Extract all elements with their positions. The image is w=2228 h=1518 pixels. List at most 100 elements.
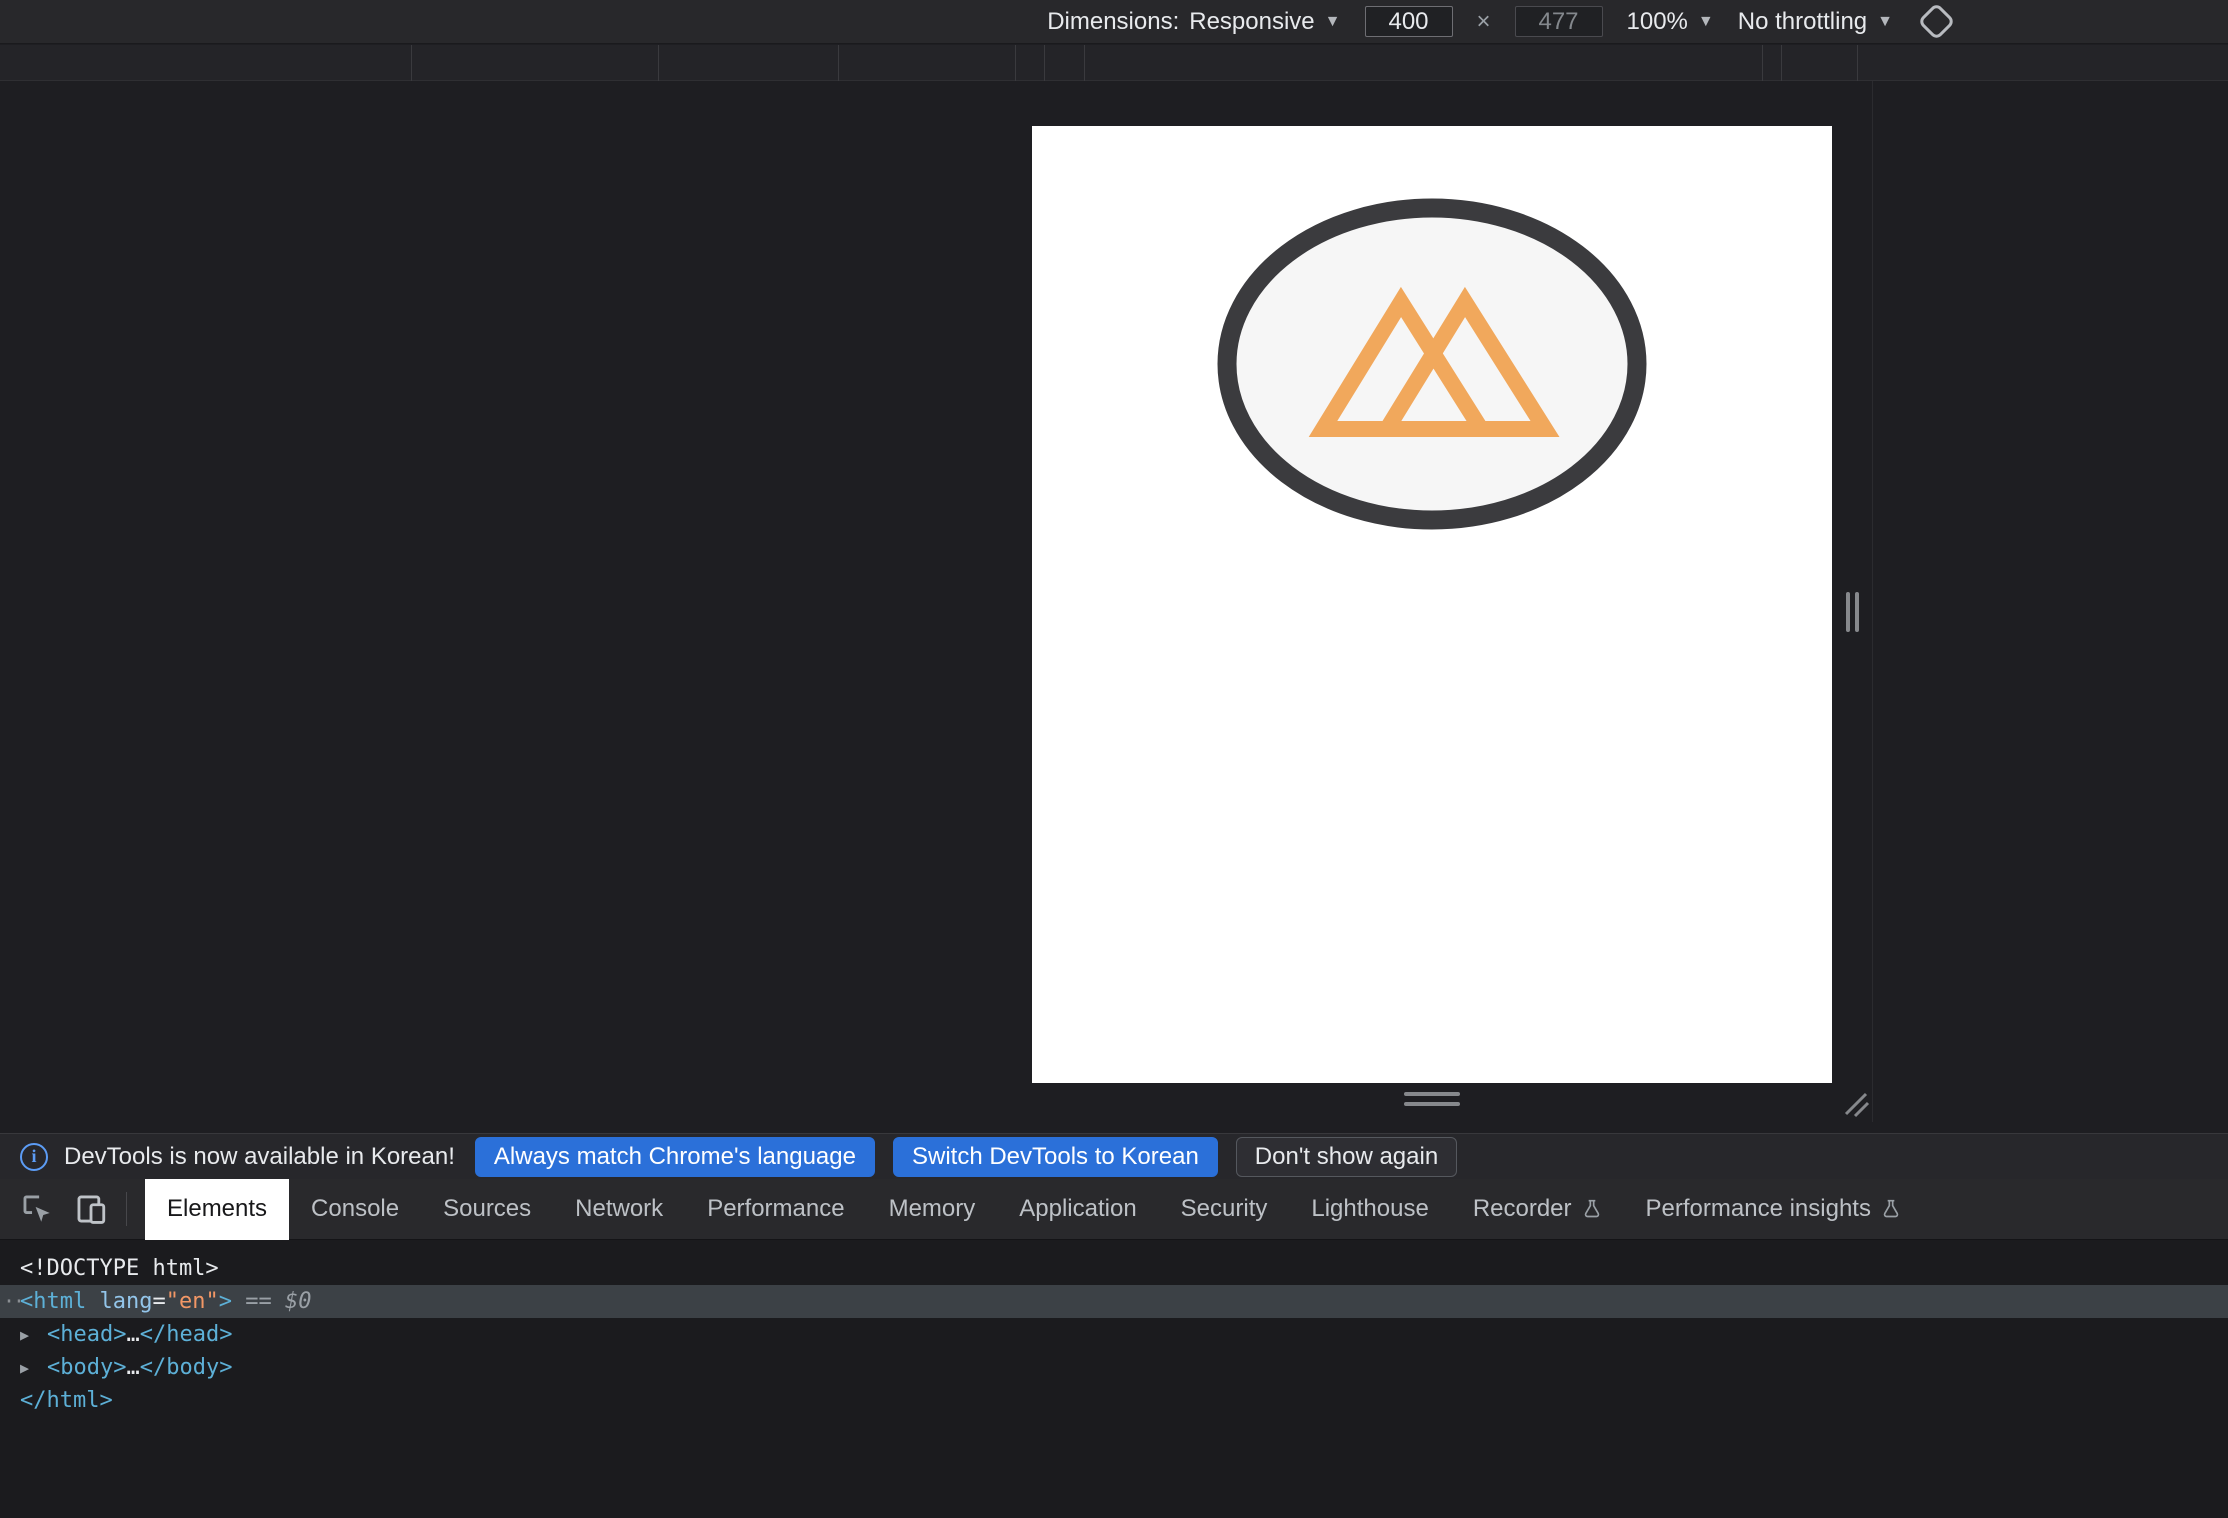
handle-bar [1404, 1092, 1460, 1096]
dimensions-select[interactable]: Dimensions: Responsive ▼ [1047, 8, 1340, 36]
chevron-down-icon: ▼ [1877, 13, 1893, 31]
code-token: "en" [166, 1289, 219, 1314]
code-token: > [219, 1289, 232, 1314]
chevron-down-icon: ▼ [1698, 13, 1714, 31]
code-token: = [152, 1289, 165, 1314]
tab-lighthouse[interactable]: Lighthouse [1289, 1179, 1450, 1240]
tab-elements[interactable]: Elements [145, 1179, 289, 1240]
info-icon: i [20, 1143, 48, 1171]
dom-tree-node[interactable]: </html> [0, 1384, 2228, 1417]
handle-bar [1846, 592, 1850, 632]
code-token [272, 1289, 285, 1314]
ruler-tick [411, 45, 412, 81]
inspect-element-icon[interactable] [20, 1192, 54, 1226]
code-token: </html> [20, 1388, 113, 1413]
notification-actions: Always match Chrome's language Switch Dev… [475, 1137, 1457, 1177]
tab-performance[interactable]: Performance [685, 1179, 866, 1240]
tab-memory[interactable]: Memory [867, 1179, 998, 1240]
tab-security[interactable]: Security [1159, 1179, 1290, 1240]
expand-arrow-icon[interactable]: ▶ [20, 1319, 47, 1352]
tab-performance-insights[interactable]: Performance insights [1624, 1179, 1923, 1240]
device-canvas [0, 81, 2228, 1133]
dimensions-separator: × [1477, 8, 1491, 36]
dimensions-value: Responsive [1189, 8, 1314, 36]
code-token [86, 1289, 99, 1314]
dimensions-label: Dimensions: [1047, 8, 1179, 36]
mountain-logo-icon [1212, 196, 1652, 536]
code-token [232, 1289, 245, 1314]
throttling-value: No throttling [1738, 8, 1867, 36]
tab-sources[interactable]: Sources [421, 1179, 553, 1240]
code-token: </head> [140, 1322, 233, 1347]
tab-label: Performance insights [1646, 1195, 1871, 1223]
handle-bar [1855, 592, 1859, 632]
width-input[interactable] [1365, 6, 1453, 37]
code-token: == [245, 1289, 272, 1314]
ruler-tick [1762, 45, 1763, 81]
experiment-icon [1582, 1198, 1602, 1220]
dom-tree-node[interactable]: ··<html lang="en"> == $0 [0, 1285, 2228, 1318]
ruler-tick [658, 45, 659, 81]
ruler-tick [1084, 45, 1085, 81]
experiment-icon [1881, 1198, 1901, 1220]
code-token: … [126, 1322, 139, 1347]
rotate-device-icon[interactable] [1917, 2, 1955, 40]
tab-application[interactable]: Application [997, 1179, 1158, 1240]
tab-label: Security [1181, 1195, 1268, 1223]
ruler-tick [838, 45, 839, 81]
device-toolbar: Dimensions: Responsive ▼ × 100% ▼ No thr… [0, 0, 2228, 44]
code-token: $0 [285, 1289, 312, 1314]
dom-tree-node[interactable]: ▶<head>…</head> [0, 1318, 2228, 1351]
width-resize-handle[interactable] [1846, 592, 1859, 632]
tab-label: Sources [443, 1195, 531, 1223]
tab-console[interactable]: Console [289, 1179, 421, 1240]
ruler-tick [1015, 45, 1016, 81]
code-token: <html [20, 1289, 86, 1314]
notification-button-switch-devtools-to-korean[interactable]: Switch DevTools to Korean [893, 1137, 1218, 1177]
tab-label: Memory [889, 1195, 976, 1223]
height-resize-handle[interactable] [1404, 1092, 1460, 1106]
throttling-select[interactable]: No throttling ▼ [1738, 8, 1893, 36]
device-canvas-edge [1872, 81, 1873, 1122]
notification-message: DevTools is now available in Korean! [64, 1143, 455, 1171]
tab-label: Elements [167, 1195, 267, 1223]
tab-network[interactable]: Network [553, 1179, 685, 1240]
height-input[interactable] [1515, 6, 1603, 37]
dom-tree-node[interactable]: ▶<body>…</body> [0, 1351, 2228, 1384]
code-token: lang [99, 1289, 152, 1314]
ruler-tick [1857, 45, 1858, 81]
chevron-down-icon: ▼ [1325, 13, 1341, 31]
ruler-bar [0, 45, 2228, 81]
notification-button-always-match-chrome-s-language[interactable]: Always match Chrome's language [475, 1137, 875, 1177]
tab-label: Recorder [1473, 1195, 1572, 1223]
tab-label: Performance [707, 1195, 844, 1223]
ruler-tick [1781, 45, 1782, 81]
code-token: </body> [140, 1355, 233, 1380]
device-viewport[interactable] [1032, 126, 1832, 1083]
elements-panel: <!DOCTYPE html>··<html lang="en"> == $0▶… [0, 1240, 2228, 1518]
code-token: … [126, 1355, 139, 1380]
dom-tree-node[interactable]: <!DOCTYPE html> [0, 1252, 2228, 1285]
notification-bar: i DevTools is now available in Korean! A… [0, 1133, 2228, 1179]
ruler-tick [1044, 45, 1045, 81]
tab-label: Console [311, 1195, 399, 1223]
code-token: <!DOCTYPE html> [20, 1256, 219, 1281]
code-token: <body> [47, 1355, 126, 1380]
expand-arrow-icon[interactable]: ▶ [20, 1352, 47, 1385]
code-token: <head> [47, 1322, 126, 1347]
zoom-value: 100% [1627, 8, 1688, 36]
tab-label: Application [1019, 1195, 1136, 1223]
devtools-tab-bar: Elements Console Sources Network Performance… [0, 1179, 2228, 1240]
device-toolbar-toggle-icon[interactable] [74, 1192, 108, 1226]
tab-recorder[interactable]: Recorder [1451, 1179, 1624, 1240]
handle-bar [1404, 1102, 1460, 1106]
tab-label: Lighthouse [1311, 1195, 1428, 1223]
zoom-select[interactable]: 100% ▼ [1627, 8, 1714, 36]
tab-label: Network [575, 1195, 663, 1223]
dom-tree: <!DOCTYPE html>··<html lang="en"> == $0▶… [0, 1252, 2228, 1417]
corner-resize-handle[interactable] [1840, 1088, 1872, 1120]
notification-button-don-t-show-again[interactable]: Don't show again [1236, 1137, 1457, 1177]
tab-strip: Elements Console Sources Network Performance… [145, 1179, 1923, 1240]
selection-dots: ·· [3, 1285, 23, 1318]
toolbar-divider [126, 1192, 127, 1226]
